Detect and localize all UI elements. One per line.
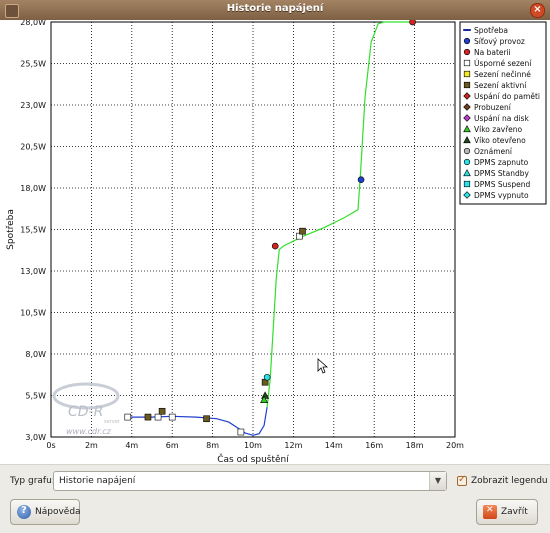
y-tick-label: 20,5W [20, 143, 46, 152]
y-axis-label: Spotřeba [6, 209, 16, 250]
show-legend-checkbox[interactable] [457, 474, 467, 486]
legend-label: Sezení nečinné [474, 70, 531, 79]
event-marker [271, 242, 279, 250]
controls-panel: Typ grafu: Historie napájení ▼ Zobrazit … [0, 464, 550, 533]
x-tick-label: 20m [446, 441, 464, 450]
close-button-label: Zavřít [501, 507, 528, 517]
watermark-url: www.cdr.cz [66, 427, 112, 436]
legend-label: DPMS zapnuto [474, 158, 529, 167]
legend-label: DPMS Suspend [474, 180, 530, 189]
title-bar: Historie napájení × [0, 0, 550, 20]
chevron-down-icon[interactable]: ▼ [429, 472, 446, 490]
x-tick-label: 2m [85, 441, 98, 450]
legend-label: Oznámení [474, 147, 513, 156]
close-button[interactable]: Zavřít [476, 499, 538, 525]
x-tick-label: 8m [206, 441, 219, 450]
legend-marker [463, 37, 471, 45]
window-title: Historie napájení [226, 3, 324, 14]
y-tick-label: 25,5W [20, 60, 46, 69]
event-marker [409, 18, 416, 26]
event-marker [144, 413, 152, 421]
y-tick-label: 23,0W [20, 101, 46, 110]
event-marker [357, 176, 365, 183]
x-tick-label: 16m [365, 441, 383, 450]
show-legend-label[interactable]: Zobrazit legendu [471, 476, 548, 486]
y-tick-label: 18,0W [20, 184, 46, 193]
legend-label: Víko zavřeno [474, 125, 523, 134]
legend-label: Uspání na disk [474, 114, 529, 123]
x-tick-label: 0s [46, 441, 55, 450]
event-marker [237, 428, 245, 436]
legend-label: Spotřeba [474, 26, 508, 35]
y-tick-label: 28,0W [20, 20, 46, 27]
y-tick-label: 3,0W [25, 433, 46, 442]
x-tick-label: 10m [244, 441, 262, 450]
legend-marker [463, 180, 471, 188]
y-tick-label: 8,0W [25, 350, 46, 359]
help-icon [17, 505, 31, 519]
x-tick-label: 18m [406, 441, 424, 450]
event-marker [154, 413, 162, 421]
legend-label: DPMS vypnuto [474, 191, 529, 200]
legend-marker [463, 59, 471, 67]
power-chart: 0s 2m 4m 6m 8m 10m 12m 14m 16m 18m 20m 3,0W 5,5W 8,0W… [0, 18, 550, 465]
event-marker [203, 415, 210, 423]
window-close-icon[interactable]: × [530, 3, 545, 18]
x-tick-label: 4m [125, 441, 138, 450]
y-tick-label: 13,0W [20, 267, 46, 276]
x-tick-label: 14m [325, 441, 343, 450]
event-marker [168, 413, 176, 421]
legend-marker [463, 81, 471, 89]
y-tick-label: 10,5W [20, 309, 46, 318]
graph-type-value: Historie napájení [59, 476, 136, 486]
legend-label: Probuzení [474, 103, 512, 112]
watermark-server: server [104, 419, 121, 425]
help-button[interactable]: Nápověda [10, 499, 81, 525]
legend-label: Víko otevřeno [474, 136, 526, 145]
x-tick-label: 12m [284, 441, 302, 450]
event-marker [124, 413, 132, 421]
legend-label: Síťový provoz [474, 37, 525, 46]
event-marker [158, 407, 166, 415]
legend-marker [463, 147, 471, 155]
graph-type-select[interactable]: Historie napájení ▼ [53, 471, 447, 491]
legend-label: Sezení aktivní [474, 81, 527, 90]
legend-marker [463, 48, 471, 56]
chart-svg: 0s 2m 4m 6m 8m 10m 12m 14m 16m 18m 20m 3,0W 5,5W 8,0W… [6, 18, 547, 465]
event-marker [299, 227, 306, 235]
y-tick-label: 15,5W [20, 226, 46, 235]
legend-label: Úsporné sezení [474, 59, 532, 68]
y-tick-label: 5,5W [25, 392, 46, 401]
legend-marker [463, 70, 471, 78]
graph-type-label: Typ grafu: [10, 476, 55, 486]
legend-marker [463, 158, 471, 166]
legend-label: Na baterii [474, 48, 511, 57]
close-icon [483, 505, 497, 519]
x-tick-label: 6m [166, 441, 179, 450]
event-marker [263, 373, 271, 381]
power-history-window: Historie napájení × 0s 2m 4m 6m 8m 10m 12m 14m 1… [0, 0, 550, 533]
watermark-logo: CD-R [68, 404, 103, 420]
legend-label: Uspání do paměti [474, 92, 540, 101]
x-axis-label: Čas od spuštění [217, 453, 289, 464]
help-button-label: Nápověda [35, 507, 81, 517]
legend-label: DPMS Standby [474, 169, 529, 178]
